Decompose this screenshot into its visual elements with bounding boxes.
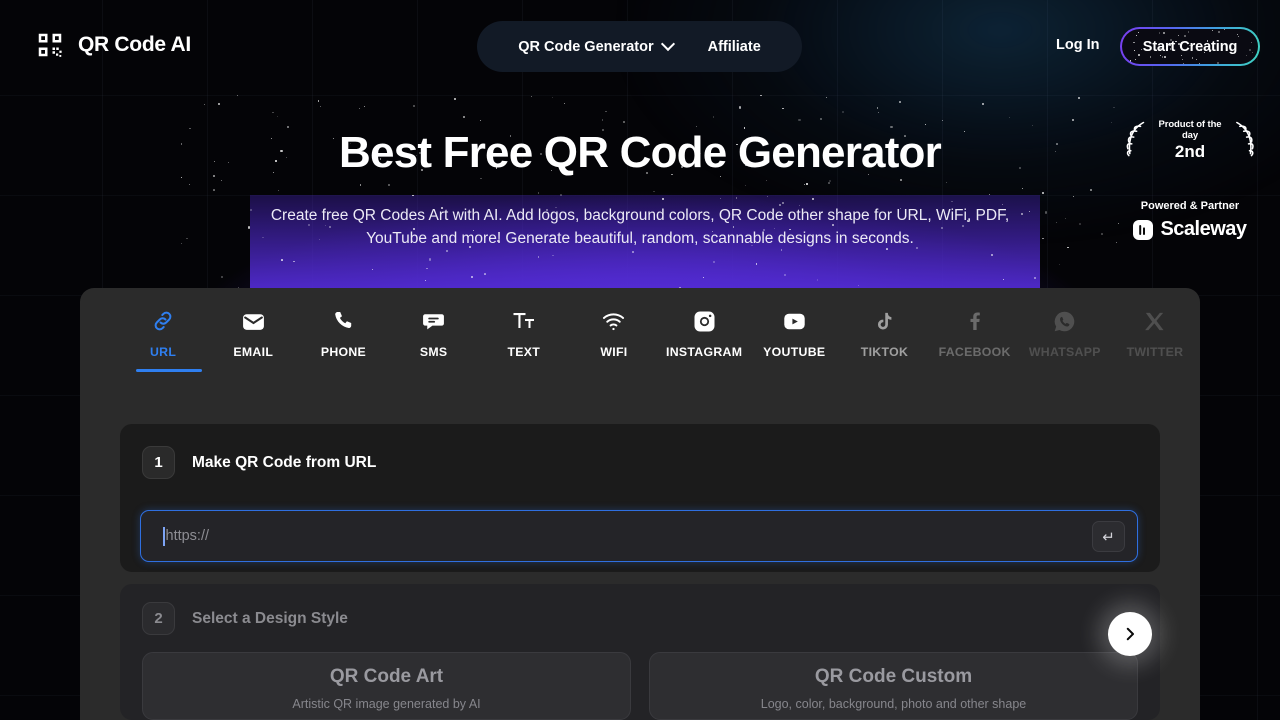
nav-item-label: Affiliate [707,38,761,55]
step-2-title: Select a Design Style [192,609,348,627]
tab-label: INSTAGRAM [665,345,743,359]
envelope-icon [241,308,266,334]
nav-item-affiliate[interactable]: Affiliate [708,39,761,55]
tabs-next-button[interactable] [1108,612,1152,656]
instagram-icon [692,308,717,334]
phone-icon [331,308,355,334]
text-caret [163,526,165,546]
url-input-placeholder: https:// [165,528,210,544]
tab-instagram[interactable]: INSTAGRAM [659,288,749,359]
tab-phone[interactable]: PHONE [298,288,388,359]
style-option-subtitle: Artistic QR image generated by AI [292,697,481,711]
tab-sms[interactable]: SMS [389,288,479,359]
type-tabs: URL EMAIL PHONE SMS TEXT WIFI INSTAGRAM … [80,288,1200,392]
product-of-the-day-badge[interactable]: Product of the day 2nd [1124,116,1256,164]
start-creating-label: Start Creating [1142,38,1238,55]
tab-label: SMS [419,345,448,359]
wifi-icon [601,308,626,334]
tab-twitter[interactable]: TWITTER [1110,288,1200,359]
tab-label: PHONE [320,345,367,359]
facebook-icon [963,308,987,334]
step-1-number: 1 [142,446,175,479]
tab-label: WHATSAPP [1028,345,1101,359]
link-icon [151,308,175,334]
chevron-down-icon [663,39,674,50]
start-creating-button[interactable]: Start Creating [1120,27,1260,66]
design-style-options: QR Code Art Artistic QR image generated … [142,652,1138,720]
site-header: QR Code AI QR Code Generator Affiliate L… [0,0,1280,94]
tab-label: TEXT [507,345,541,359]
style-option-title: QR Code Custom [814,666,973,687]
scaleway-name: Scaleway [1160,218,1247,240]
nav-item-label: QR Code Generator [518,38,654,55]
logo[interactable]: QR Code AI [35,30,191,60]
tab-label: TIKTOK [860,345,909,359]
tab-label: FACEBOOK [938,345,1011,359]
generator-panel: URL EMAIL PHONE SMS TEXT WIFI INSTAGRAM … [80,288,1200,720]
tab-text[interactable]: TEXT [479,288,569,359]
step-2-card: 2 Select a Design Style QR Code Art Arti… [120,584,1160,720]
whatsapp-icon [1052,308,1077,334]
twitter-icon [1143,308,1166,334]
enter-key-icon[interactable]: ↵ [1092,521,1125,552]
main-nav: QR Code Generator Affiliate [477,21,802,72]
tab-label: WIFI [600,345,628,359]
step-2-header: 2 Select a Design Style [142,602,348,635]
scaleway-partner-logo[interactable]: Scaleway [1110,218,1270,241]
laurel-left-icon [1126,121,1145,157]
step-1-card: 1 Make QR Code from URL https:// ↵ [120,424,1160,572]
product-of-the-day-rank: 2nd [1174,141,1206,161]
tab-label: EMAIL [233,345,274,359]
tab-label: URL [149,345,177,359]
logo-text: QR Code AI [78,33,191,56]
message-icon [421,308,446,334]
hero-subtitle: Create free QR Codes Art with AI. Add lo… [270,207,1010,247]
powered-by-label: Powered & Partner [1140,200,1240,212]
style-option-title: QR Code Art [329,666,444,687]
style-option-qr-code-art[interactable]: QR Code Art Artistic QR image generated … [142,652,631,720]
tab-label: TWITTER [1126,345,1184,359]
text-size-icon [512,308,536,334]
tab-label: YOUTUBE [763,345,826,359]
tab-tiktok[interactable]: TIKTOK [839,288,929,359]
step-1-header: 1 Make QR Code from URL [142,446,376,479]
style-option-qr-code-custom[interactable]: QR Code Custom Logo, color, background, … [649,652,1138,720]
laurel-right-icon [1235,121,1254,157]
step-2-number: 2 [142,602,175,635]
chevron-right-icon [1126,627,1134,641]
page-root: QR Code AI QR Code Generator Affiliate L… [0,0,1280,720]
step-1-title: Make QR Code from URL [192,453,377,471]
tab-facebook[interactable]: FACEBOOK [930,288,1020,359]
page-title: Best Free QR Code Generator [339,128,942,177]
nav-item-qr-code-generator[interactable]: QR Code Generator [518,39,673,55]
active-tab-underline [136,369,202,372]
youtube-icon [782,308,807,334]
product-of-the-day-label: Product of the day [1158,118,1222,141]
style-option-subtitle: Logo, color, background, photo and other… [760,697,1027,711]
tab-email[interactable]: EMAIL [208,288,298,359]
qr-code-icon [35,30,65,60]
url-input[interactable]: https:// ↵ [140,510,1138,562]
login-button[interactable]: Log In [1056,37,1100,53]
tab-url[interactable]: URL [118,288,208,372]
tab-wifi[interactable]: WIFI [569,288,659,359]
tab-whatsapp[interactable]: WHATSAPP [1020,288,1110,359]
scaleway-icon [1133,219,1154,240]
tiktok-icon [873,308,896,334]
tab-youtube[interactable]: YOUTUBE [749,288,839,359]
